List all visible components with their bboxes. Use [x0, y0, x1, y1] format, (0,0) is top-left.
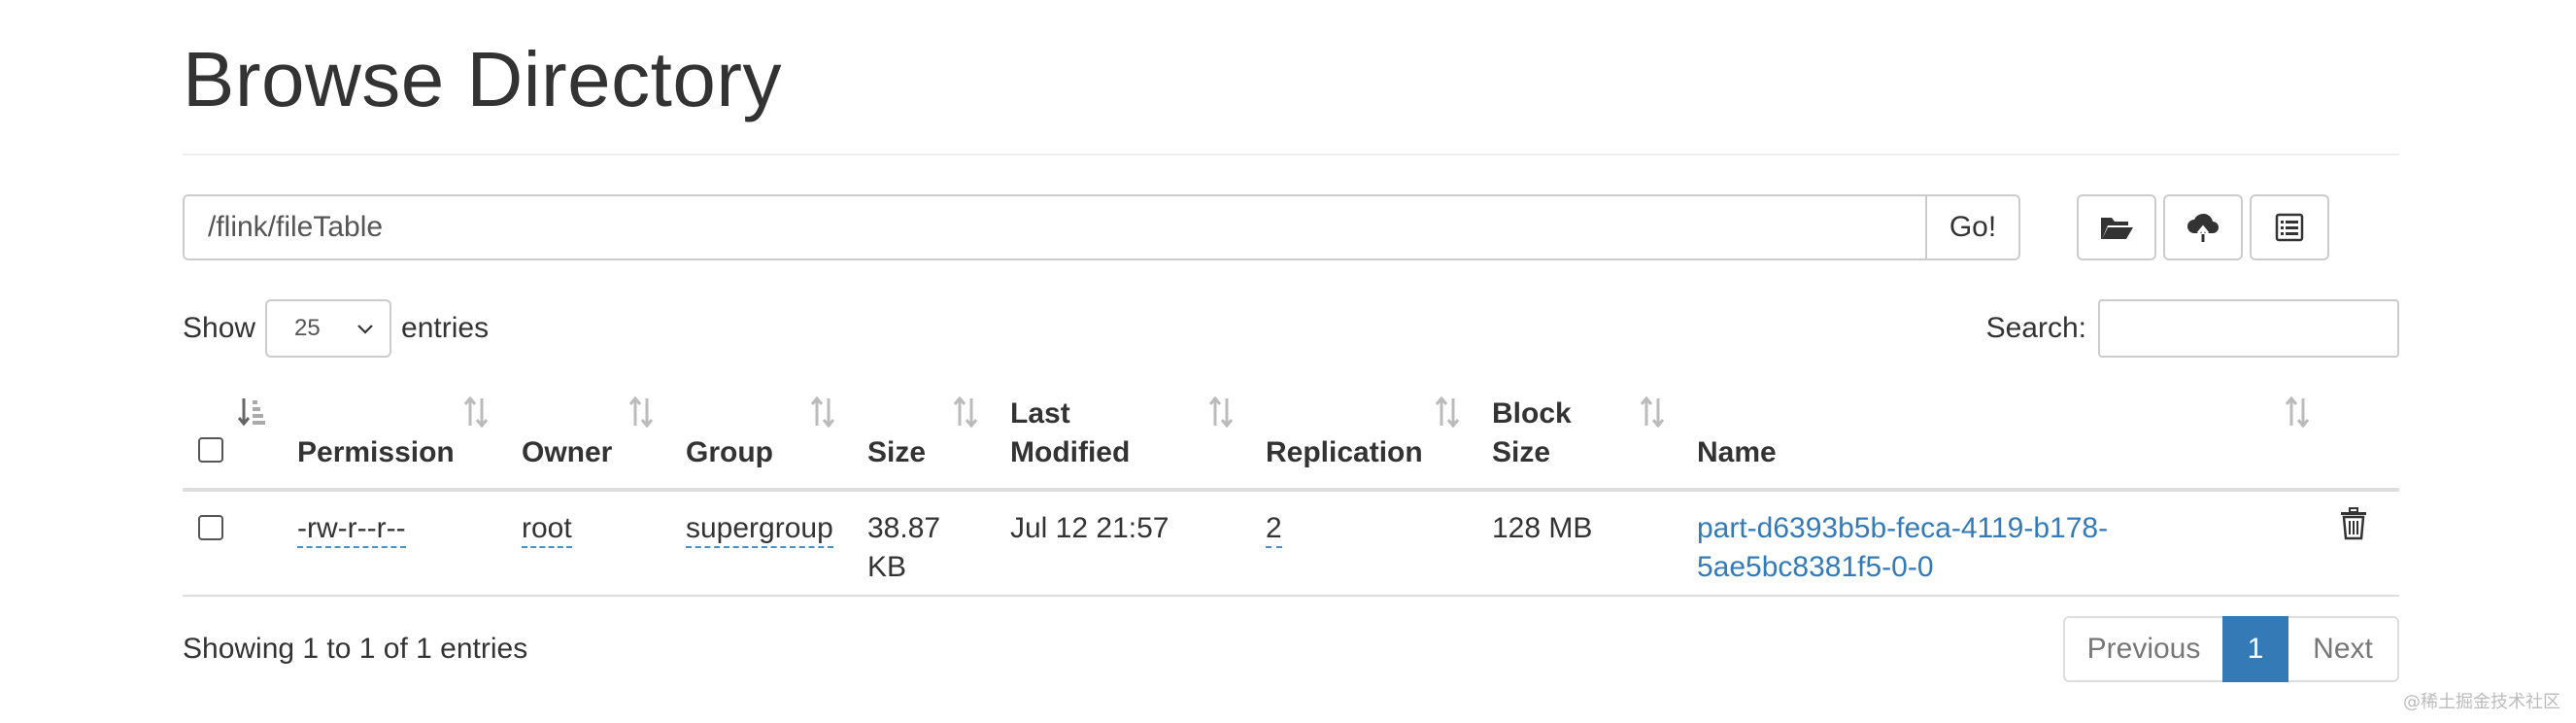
- column-header-last-modified-line2[interactable]: Modified: [1010, 433, 1130, 472]
- column-header-permission[interactable]: Permission: [297, 433, 455, 472]
- replication-value[interactable]: 2: [1266, 512, 1282, 548]
- title-divider: [183, 154, 2399, 155]
- table-info: Showing 1 to 1 of 1 entries: [183, 633, 528, 665]
- entries-label: entries: [401, 312, 490, 344]
- pagination: Previous 1 Next: [2063, 616, 2399, 682]
- page: Browse Directory /flink/fileTable Go! Sh…: [0, 0, 2576, 723]
- replication-cell[interactable]: 2: [1266, 509, 1282, 548]
- sort-both-icon[interactable]: [1433, 395, 1462, 430]
- group-value[interactable]: supergroup: [686, 512, 833, 548]
- page-1-button[interactable]: 1: [2222, 616, 2288, 682]
- column-header-last-modified-line1[interactable]: Last: [1010, 395, 1070, 433]
- column-header-block-size-line2[interactable]: Size: [1492, 433, 1550, 472]
- owner-value[interactable]: root: [522, 512, 572, 548]
- file-name-link-line2[interactable]: 5ae5bc8381f5-0-0: [1697, 548, 1934, 587]
- page-length-control: Show 25 entries: [183, 299, 489, 358]
- size-value-line2: KB: [867, 551, 907, 583]
- permission-cell[interactable]: -rw-r--r--: [297, 509, 406, 548]
- last-modified-value: Jul 12 21:57: [1010, 512, 1169, 544]
- column-header-owner[interactable]: Owner: [522, 433, 612, 472]
- directory-path-input[interactable]: /flink/fileTable: [183, 194, 1925, 260]
- sort-both-icon[interactable]: [1638, 395, 1667, 430]
- table-header-divider: [183, 488, 2399, 492]
- permission-value[interactable]: -rw-r--r--: [297, 512, 406, 548]
- block-size-value: 128 MB: [1492, 512, 1593, 544]
- chevron-down-icon: [357, 325, 373, 334]
- sort-both-icon[interactable]: [808, 395, 837, 430]
- next-page-button[interactable]: Next: [2288, 616, 2399, 682]
- file-name-link-line1[interactable]: part-d6393b5b-feca-4119-b178-: [1697, 509, 2108, 548]
- entries-per-page-value: 25: [294, 315, 321, 341]
- page-title: Browse Directory: [183, 36, 783, 122]
- column-header-replication[interactable]: Replication: [1266, 433, 1423, 472]
- sort-both-icon[interactable]: [951, 395, 980, 430]
- column-header-block-size-line1[interactable]: Block: [1492, 395, 1572, 433]
- table-search: Search:: [1986, 299, 2399, 358]
- trash-icon[interactable]: [2339, 507, 2368, 540]
- previous-page-button[interactable]: Previous: [2063, 616, 2222, 682]
- column-header-name[interactable]: Name: [1697, 433, 1777, 472]
- row-select-checkbox[interactable]: [198, 515, 223, 540]
- table-bottom-divider: [183, 595, 2399, 597]
- search-input[interactable]: [2098, 299, 2399, 358]
- owner-cell[interactable]: root: [522, 509, 572, 548]
- cloud-upload-icon: [2187, 213, 2219, 242]
- entries-per-page-select[interactable]: 25: [265, 299, 392, 358]
- search-label: Search:: [1985, 312, 2086, 344]
- show-label: Show: [183, 312, 256, 344]
- upload-files-button[interactable]: [2163, 194, 2243, 260]
- create-directory-button[interactable]: [2077, 194, 2156, 260]
- select-all-checkbox[interactable]: [198, 437, 223, 463]
- watermark: @稀土掘金技术社区: [2403, 692, 2560, 712]
- cut-paste-button[interactable]: [2250, 194, 2329, 260]
- list-alt-icon: [2275, 213, 2304, 242]
- sort-both-icon[interactable]: [627, 395, 656, 430]
- column-header-group[interactable]: Group: [686, 433, 773, 472]
- folder-open-icon: [2101, 218, 2133, 239]
- sort-both-icon[interactable]: [1206, 395, 1236, 430]
- sort-both-icon[interactable]: [2283, 395, 2312, 430]
- sort-both-icon[interactable]: [461, 395, 491, 430]
- group-cell[interactable]: supergroup: [686, 509, 833, 548]
- go-button[interactable]: Go!: [1925, 194, 2020, 260]
- sort-asc-icon[interactable]: [237, 395, 266, 430]
- column-header-size[interactable]: Size: [867, 433, 926, 472]
- size-value-line1: 38.87: [867, 512, 941, 544]
- path-bar: /flink/fileTable Go!: [183, 194, 2020, 260]
